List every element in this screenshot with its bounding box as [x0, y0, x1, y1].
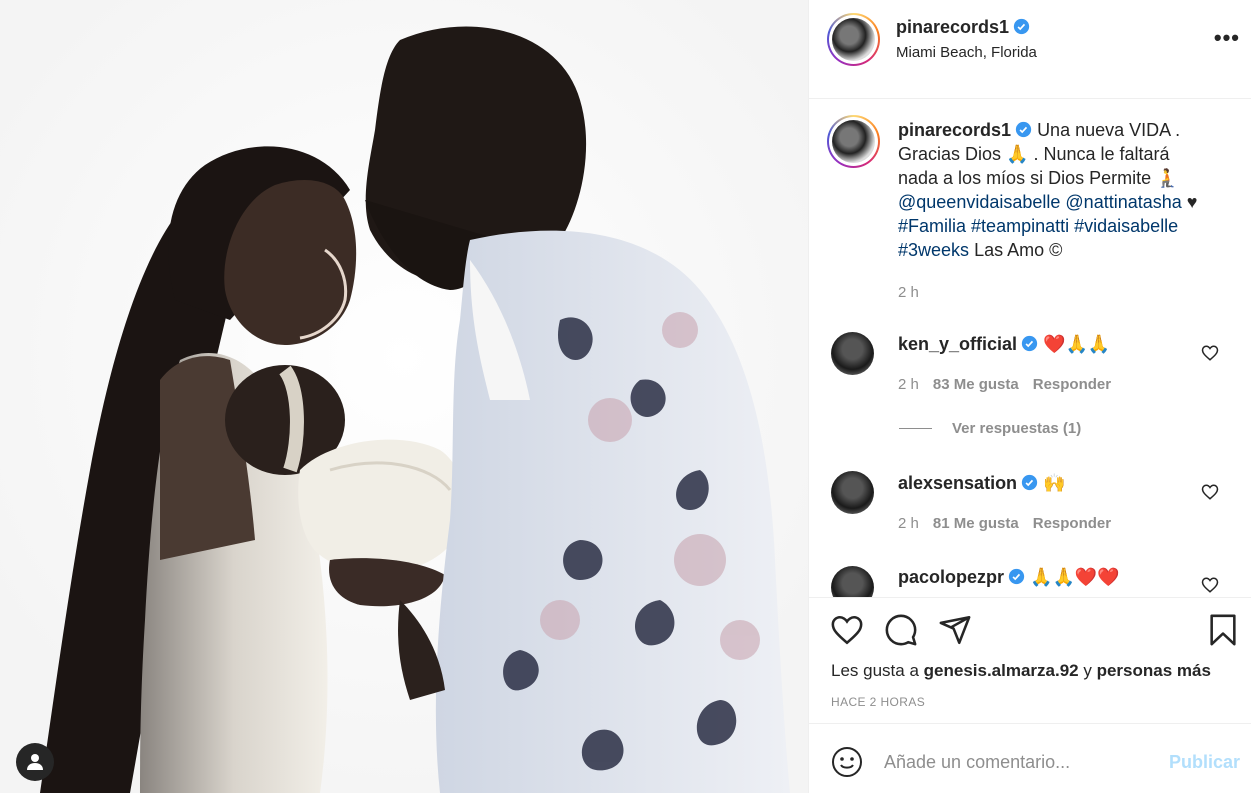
- add-comment-bar: Publicar: [809, 724, 1251, 793]
- verified-badge-icon: [1021, 474, 1038, 491]
- comment-like-heart-icon[interactable]: [1201, 483, 1219, 501]
- author-avatar[interactable]: [827, 13, 880, 66]
- more-options-icon[interactable]: •••: [1214, 27, 1240, 49]
- publish-button[interactable]: Publicar: [1169, 752, 1240, 773]
- liker-username[interactable]: genesis.almarza.92: [924, 661, 1079, 680]
- likes-summary: Les gusta a genesis.almarza.92 y persona…: [831, 661, 1211, 681]
- verified-badge-icon: [1008, 568, 1025, 585]
- caption-author-avatar[interactable]: [827, 115, 880, 168]
- caption-text: Las Amo ©: [974, 240, 1063, 260]
- verified-badge-icon: [1021, 335, 1038, 352]
- divider-line: [899, 428, 932, 429]
- comment-like-heart-icon[interactable]: [1201, 576, 1219, 594]
- user-icon: [27, 754, 43, 770]
- commenter-avatar[interactable]: [831, 566, 874, 597]
- view-replies-label: Ver respuestas (1): [952, 420, 1082, 437]
- comment-input[interactable]: [884, 746, 1154, 778]
- likes-others-link[interactable]: personas más: [1097, 661, 1211, 680]
- tagged-users-button[interactable]: [16, 743, 54, 781]
- hashtag-link[interactable]: #teampinatti: [971, 216, 1069, 236]
- comment-like-heart-icon[interactable]: [1201, 344, 1219, 362]
- emoji-smiley-icon[interactable]: [831, 746, 863, 778]
- verified-badge-icon: [1013, 18, 1030, 35]
- hashtag-link[interactable]: #Familia: [898, 216, 966, 236]
- family-photo-image: [0, 0, 808, 793]
- post-timestamp[interactable]: HACE 2 HORAS: [831, 695, 925, 709]
- comment-meta: 2 h 81 Me gusta Responder: [898, 515, 1125, 532]
- commenter-avatar[interactable]: [831, 471, 874, 514]
- comment-meta: 2 h 83 Me gusta Responder: [898, 376, 1125, 393]
- reply-button[interactable]: Responder: [1033, 376, 1111, 393]
- author-name-row: pinarecords1: [896, 17, 1030, 38]
- comment-likes[interactable]: 81 Me gusta: [933, 515, 1019, 532]
- post-actions: Les gusta a genesis.almarza.92 y persona…: [809, 597, 1251, 724]
- caption-text: Gracias Dios 🙏 . Nunca le faltará: [898, 144, 1170, 164]
- reply-button[interactable]: Responder: [1033, 515, 1111, 532]
- comment-username[interactable]: pacolopezpr: [898, 567, 1004, 587]
- share-send-icon[interactable]: [938, 613, 972, 647]
- comment-username[interactable]: ken_y_official: [898, 334, 1017, 354]
- comment: ken_y_official ❤️🙏🙏: [898, 334, 1110, 355]
- caption-text: Una nueva VIDA .: [1037, 120, 1181, 140]
- post-side-panel: pinarecords1 Miami Beach, Florida ••• pi…: [808, 0, 1251, 793]
- post-caption: pinarecords1 Una nueva VIDA . Gracias Di…: [898, 118, 1218, 262]
- view-replies-button[interactable]: Ver respuestas (1): [899, 420, 1081, 437]
- commenter-avatar[interactable]: [831, 332, 874, 375]
- verified-badge-icon: [1015, 121, 1032, 138]
- comment-bubble-icon[interactable]: [884, 613, 918, 647]
- save-bookmark-icon[interactable]: [1206, 613, 1240, 647]
- mention-link[interactable]: @queenvidaisabelle: [898, 192, 1060, 212]
- comment: pacolopezpr 🙏🙏❤️❤️: [898, 567, 1120, 588]
- caption-time: 2 h: [898, 284, 919, 301]
- likes-conjunction: y: [1083, 661, 1092, 680]
- comment: alexsensation 🙌: [898, 473, 1066, 494]
- post-location[interactable]: Miami Beach, Florida: [896, 44, 1037, 61]
- like-heart-icon[interactable]: [830, 613, 864, 647]
- comment-text: 🙏🙏❤️❤️: [1030, 567, 1120, 588]
- comment-time: 2 h: [898, 515, 919, 532]
- caption-username[interactable]: pinarecords1: [898, 120, 1011, 140]
- likes-prefix: Les gusta a: [831, 661, 919, 680]
- hashtag-link[interactable]: #vidaisabelle: [1074, 216, 1178, 236]
- comment-likes[interactable]: 83 Me gusta: [933, 376, 1019, 393]
- comment-time: 2 h: [898, 376, 919, 393]
- post-photo[interactable]: [0, 0, 808, 793]
- post-header: pinarecords1 Miami Beach, Florida •••: [809, 0, 1251, 99]
- mention-link[interactable]: @nattinatasha: [1065, 192, 1181, 212]
- hashtag-link[interactable]: #3weeks: [898, 240, 969, 260]
- comment-text: 🙌: [1043, 473, 1066, 494]
- comments-list[interactable]: pinarecords1 Una nueva VIDA . Gracias Di…: [809, 100, 1251, 597]
- caption-text: nada a los míos si Dios Permite 🧎: [898, 168, 1179, 188]
- comment-username[interactable]: alexsensation: [898, 473, 1017, 493]
- caption-heart: ♥: [1186, 192, 1198, 212]
- comment-text: ❤️🙏🙏: [1043, 334, 1111, 355]
- author-username[interactable]: pinarecords1: [896, 17, 1009, 37]
